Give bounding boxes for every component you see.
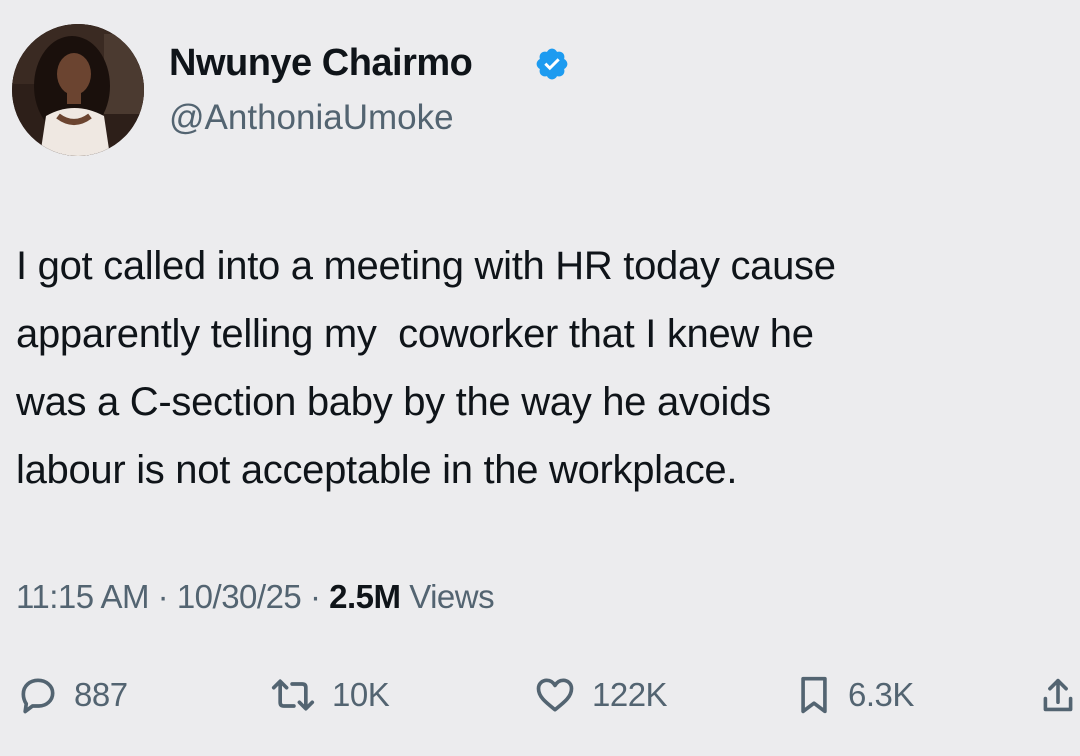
heart-icon bbox=[536, 678, 574, 712]
tweet-meta: 11:15 AM · 10/30/25 · 2.5M Views bbox=[16, 578, 495, 616]
repost-button[interactable]: 10K bbox=[268, 660, 390, 730]
reply-count: 887 bbox=[74, 676, 128, 713]
repost-count: 10K bbox=[332, 676, 390, 713]
avatar[interactable] bbox=[12, 24, 144, 156]
meta-separator: · bbox=[157, 578, 169, 615]
views-label: Views bbox=[409, 578, 495, 615]
verified-badge-icon bbox=[536, 48, 568, 80]
like-button[interactable]: 122K bbox=[532, 660, 668, 730]
action-bar: 887 10K 122K 6.3K bbox=[0, 660, 1080, 730]
bookmark-icon bbox=[801, 676, 827, 714]
bookmark-count: 6.3K bbox=[848, 676, 914, 713]
user-display-name[interactable]: Nwunye Chairmo bbox=[169, 42, 473, 85]
share-button[interactable] bbox=[1040, 660, 1076, 730]
tweet-text-line: was a C-section baby by the way he avoid… bbox=[16, 380, 771, 424]
tweet-time[interactable]: 11:15 AM bbox=[16, 578, 149, 615]
tweet-text-line: labour is not acceptable in the workplac… bbox=[16, 448, 738, 492]
tweet-date[interactable]: 10/30/25 bbox=[177, 578, 302, 615]
views-count: 2.5M bbox=[329, 578, 401, 615]
tweet-text-line: I got called into a meeting with HR toda… bbox=[16, 244, 836, 288]
user-handle[interactable]: @AnthoniaUmoke bbox=[169, 98, 454, 138]
tweet-text: I got called into a meeting with HR toda… bbox=[16, 232, 1066, 504]
reply-icon bbox=[21, 678, 55, 714]
meta-separator: · bbox=[309, 578, 321, 615]
tweet-text-line: apparently telling my coworker that I kn… bbox=[16, 312, 814, 356]
reply-button[interactable]: 887 bbox=[16, 660, 128, 730]
repost-icon bbox=[271, 679, 315, 711]
like-count: 122K bbox=[592, 676, 668, 713]
tweet-card: Nwunye Chairmo @AnthoniaUmoke I got call… bbox=[0, 0, 1080, 756]
bookmark-button[interactable]: 6.3K bbox=[794, 660, 914, 730]
share-icon bbox=[1043, 678, 1073, 712]
